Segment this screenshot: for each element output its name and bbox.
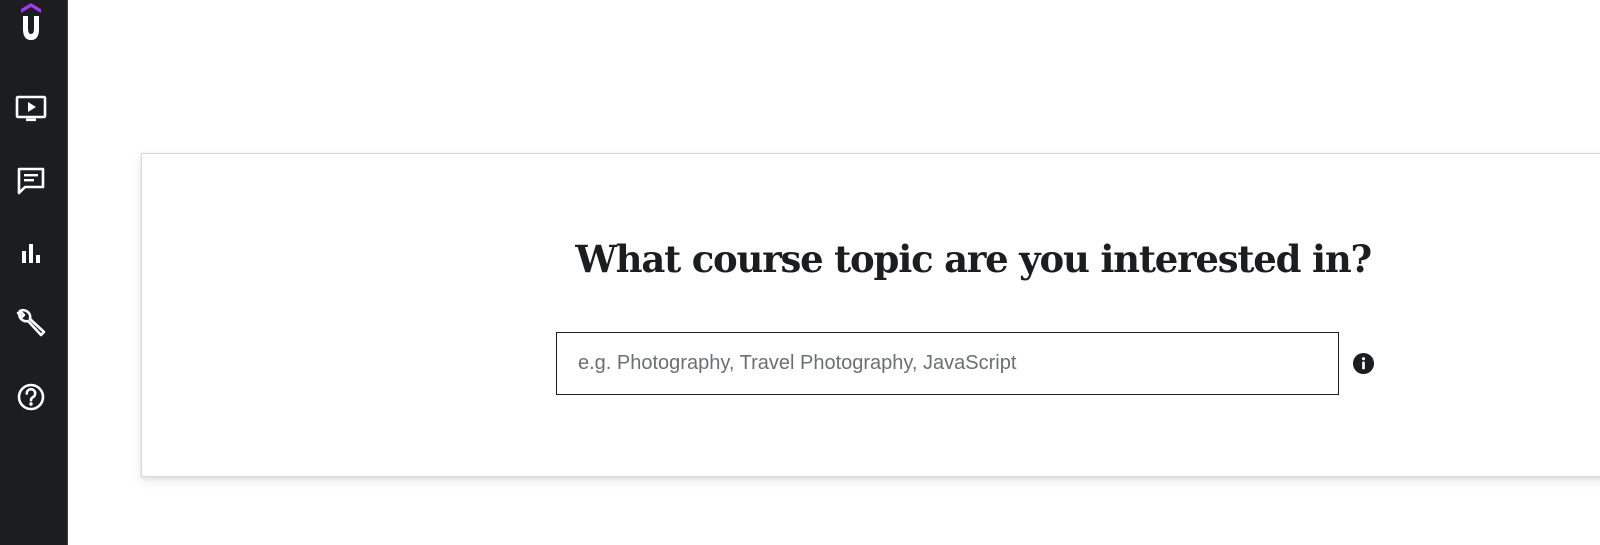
sidebar-item-courses[interactable]: [14, 92, 48, 126]
sidebar: [0, 0, 68, 545]
performance-chart-icon: [22, 244, 40, 263]
help-circle-icon: [17, 383, 45, 411]
communication-chat-icon: [17, 167, 45, 195]
sidebar-item-performance[interactable]: [14, 236, 48, 270]
sidebar-item-tools[interactable]: [14, 307, 48, 341]
info-icon[interactable]: [1352, 352, 1375, 375]
sidebar-item-communication[interactable]: [14, 164, 48, 198]
udemy-logo-icon[interactable]: [14, 3, 48, 40]
courses-video-icon: [15, 95, 47, 122]
course-topic-search-input[interactable]: [556, 332, 1339, 395]
sidebar-item-help[interactable]: [14, 380, 48, 414]
page-title: What course topic are you interested in?: [575, 237, 1372, 281]
tools-wrench-icon: [16, 308, 46, 337]
course-topic-card: What course topic are you interested in?: [141, 153, 1600, 477]
